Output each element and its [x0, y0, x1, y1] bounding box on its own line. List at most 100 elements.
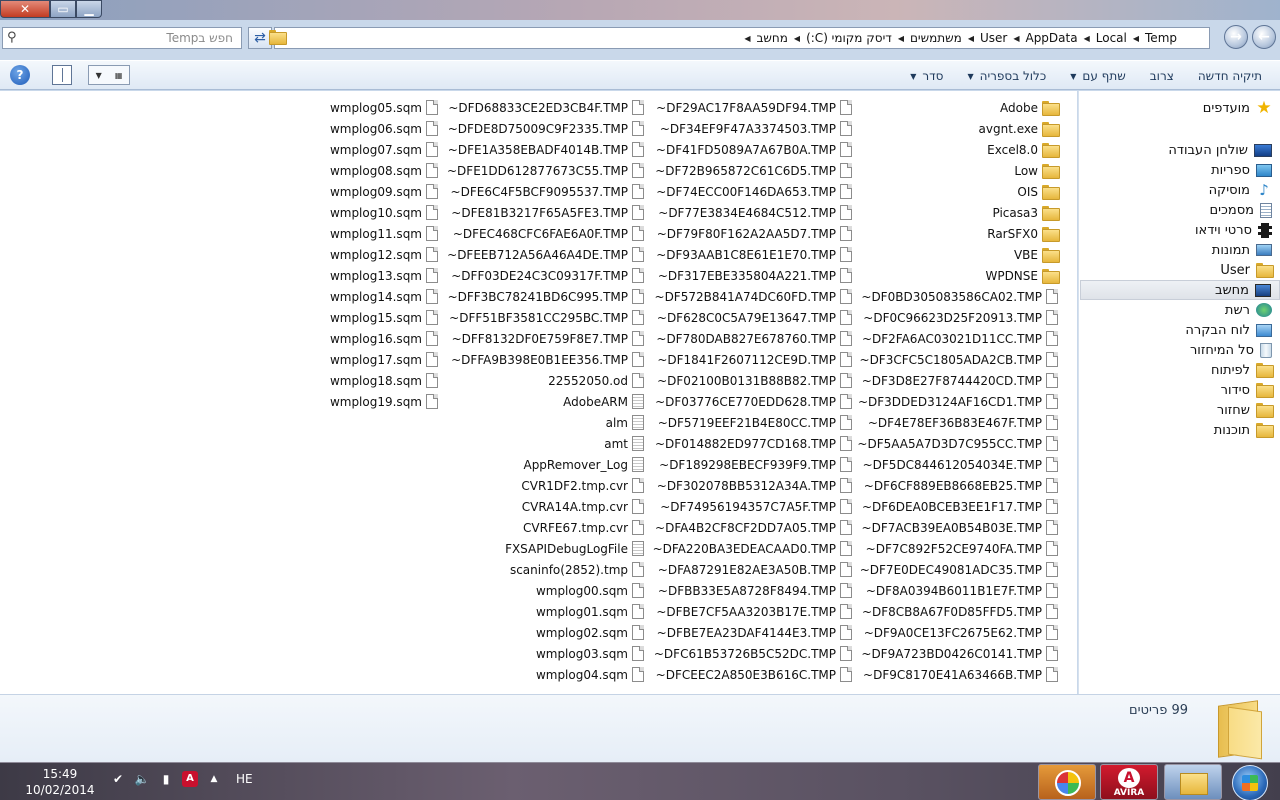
nav-item[interactable]: סל המיחזור [1078, 340, 1280, 360]
file-item[interactable]: ~DFA220BA3EDEACAAD0.TMP [652, 538, 852, 559]
file-item[interactable]: ~DF572B841A74DC60FD.TMP [652, 286, 852, 307]
file-item[interactable]: wmplog16.sqm [300, 328, 438, 349]
breadcrumb-item[interactable]: Temp [1143, 31, 1179, 45]
file-item[interactable]: ~DF1841F2607112CE9D.TMP [652, 349, 852, 370]
file-item[interactable]: ~DFF3BC78241BD6C995.TMP [446, 286, 644, 307]
toolbar-item[interactable]: כלול בספריה ▼ [967, 69, 1046, 83]
forward-button[interactable]: → [1224, 25, 1248, 49]
start-button[interactable] [1232, 765, 1268, 800]
file-item[interactable]: ~DF5AA5A7D3D7C955CC.TMP [857, 433, 1058, 454]
file-item[interactable]: ~DF3DDED3124AF16CD1.TMP [858, 391, 1058, 412]
clock[interactable]: 15:49 10/02/2014 [22, 766, 98, 798]
preview-pane-icon[interactable] [52, 65, 72, 85]
file-item[interactable]: ~DFC61B53726B5C52DC.TMP [652, 643, 852, 664]
file-item[interactable]: ~DF9A0CE13FC2675E62.TMP [864, 622, 1058, 643]
nav-item[interactable]: שולחן העבודה [1078, 140, 1280, 160]
nav-item[interactable]: ספריות [1078, 160, 1280, 180]
power-icon[interactable]: ▮ [158, 771, 174, 787]
file-item[interactable]: wmplog00.sqm [446, 580, 644, 601]
file-item[interactable]: ~DF9A723BD0426C0141.TMP [861, 643, 1058, 664]
folder-item[interactable]: Low [864, 160, 1060, 181]
file-item[interactable]: CVRFE67.tmp.cvr [446, 517, 644, 538]
file-item[interactable]: scaninfo(2852).tmp [446, 559, 644, 580]
file-item[interactable]: ~DF9C8170E41A63466B.TMP [863, 664, 1058, 685]
minimize-button[interactable]: ▁ [76, 0, 102, 18]
file-item[interactable]: ~DFE81B3217F65A5FE3.TMP [446, 202, 644, 223]
folder-item[interactable]: VBE [864, 244, 1060, 265]
toolbar-item[interactable]: תיקיה חדשה [1198, 69, 1262, 83]
file-item[interactable]: ~DF4E78EF36B83E467F.TMP [864, 412, 1058, 433]
file-item[interactable]: ~DF74956194357C7A5F.TMP [652, 496, 852, 517]
breadcrumb-separator-icon[interactable]: ◀ [968, 34, 974, 43]
file-item[interactable]: wmplog07.sqm [300, 139, 438, 160]
file-item[interactable]: ~DF79F80F162A2AA5D7.TMP [652, 223, 852, 244]
file-item[interactable]: wmplog14.sqm [300, 286, 438, 307]
file-item[interactable]: ~DF74ECC00F146DA653.TMP [652, 181, 852, 202]
file-item[interactable]: ~DFCEEC2A850E3B616C.TMP [652, 664, 852, 685]
file-item[interactable]: wmplog06.sqm [300, 118, 438, 139]
folder-item[interactable]: OIS [864, 181, 1060, 202]
file-item[interactable]: ~DFD68833CE2ED3CB4F.TMP [446, 97, 644, 118]
nav-item[interactable]: מוסיקה ♪ [1078, 180, 1280, 200]
maximize-button[interactable]: ▭ [50, 0, 76, 18]
file-item[interactable]: AppRemover_Log [446, 454, 644, 475]
folder-item[interactable]: Adobe [864, 97, 1060, 118]
file-item[interactable]: wmplog12.sqm [300, 244, 438, 265]
folder-item[interactable]: RarSFX0 [864, 223, 1060, 244]
breadcrumb-item[interactable]: משתמשים [908, 31, 964, 45]
file-item[interactable]: ~DF317EBE335804A221.TMP [652, 265, 852, 286]
language-indicator[interactable]: HE [236, 772, 253, 786]
close-button[interactable]: ✕ [0, 0, 50, 18]
file-item[interactable]: ~DF189298EBECF939F9.TMP [652, 454, 852, 475]
nav-item[interactable]: סרטי וידאו [1078, 220, 1280, 240]
nav-item[interactable]: User [1078, 260, 1280, 280]
toolbar-item[interactable]: צרוב [1150, 69, 1174, 83]
breadcrumb-item[interactable]: דיסק מקומי (C:) [804, 31, 894, 45]
file-item[interactable]: ~DF7ACB39EA0B54B03E.TMP [862, 517, 1058, 538]
file-item[interactable]: ~DF3CFC5C1805ADA2CB.TMP [860, 349, 1058, 370]
file-item[interactable]: ~DFA4B2CF8CF2DD7A05.TMP [652, 517, 852, 538]
file-item[interactable]: FXSAPIDebugLogFile [446, 538, 644, 559]
file-item[interactable]: alm [446, 412, 644, 433]
breadcrumb-separator-icon[interactable]: ◀ [898, 34, 904, 43]
folder-item[interactable]: WPDNSE [864, 265, 1060, 286]
file-item[interactable]: ~DF29AC17F8AA59DF94.TMP [652, 97, 852, 118]
file-item[interactable]: ~DF93AAB1C8E61E1E70.TMP [652, 244, 852, 265]
file-item[interactable]: ~DF5719EEF21B4E80CC.TMP [652, 412, 852, 433]
file-item[interactable]: ~DFF51BF3581CC295BC.TMP [446, 307, 644, 328]
back-button[interactable]: ← [1252, 25, 1276, 49]
show-hidden-icons-icon[interactable]: ▲ [206, 771, 222, 787]
file-item[interactable]: wmplog09.sqm [300, 181, 438, 202]
file-item[interactable]: wmplog19.sqm [300, 391, 438, 412]
taskbar-app-explorer[interactable] [1164, 764, 1222, 800]
nav-item[interactable]: שחזור [1078, 400, 1280, 420]
file-item[interactable]: ~DF8A0394B6011B1E7F.TMP [864, 580, 1058, 601]
file-item[interactable]: ~DFEC468CFC6FAE6A0F.TMP [446, 223, 644, 244]
file-item[interactable]: wmplog03.sqm [446, 643, 644, 664]
file-item[interactable]: wmplog01.sqm [446, 601, 644, 622]
file-item[interactable]: wmplog02.sqm [446, 622, 644, 643]
nav-item[interactable]: תוכנות [1078, 420, 1280, 440]
file-item[interactable]: ~DF72B965872C61C6D5.TMP [652, 160, 852, 181]
taskbar-app-picasa[interactable] [1038, 764, 1096, 800]
file-item[interactable]: ~DF6DEA0BCEB3EE1F17.TMP [862, 496, 1058, 517]
file-item[interactable]: ~DF2FA6AC03021D11CC.TMP [862, 328, 1058, 349]
file-item[interactable]: CVRA14A.tmp.cvr [446, 496, 644, 517]
file-item[interactable]: ~DF6CF889EB8668EB25.TMP [864, 475, 1058, 496]
change-view-button[interactable]: ▼ ▦ [88, 65, 130, 85]
file-item[interactable]: ~DF3D8E27F8744420CD.TMP [862, 370, 1058, 391]
file-item[interactable]: ~DFF03DE24C3C09317F.TMP [446, 265, 644, 286]
title-bar[interactable]: ✕ ▭ ▁ [0, 0, 1280, 20]
nav-item[interactable]: סידור [1078, 380, 1280, 400]
file-item[interactable]: ~DFBB33E5A8728F8494.TMP [652, 580, 852, 601]
file-item[interactable]: ~DF02100B0131B88B82.TMP [652, 370, 852, 391]
file-item[interactable]: ~DF41FD5089A7A67B0A.TMP [652, 139, 852, 160]
file-item[interactable]: wmplog15.sqm [300, 307, 438, 328]
file-item[interactable]: ~DFE6C4F5BCF9095537.TMP [446, 181, 644, 202]
file-item[interactable]: wmplog05.sqm [300, 97, 438, 118]
file-item[interactable]: wmplog10.sqm [300, 202, 438, 223]
folder-item[interactable]: avgnt.exe [864, 118, 1060, 139]
file-item[interactable]: ~DFE1DD612877673C55.TMP [446, 160, 644, 181]
file-item[interactable]: ~DF014882ED977CD168.TMP [652, 433, 852, 454]
toolbar-item[interactable]: שתף עם ▼ [1070, 69, 1126, 83]
